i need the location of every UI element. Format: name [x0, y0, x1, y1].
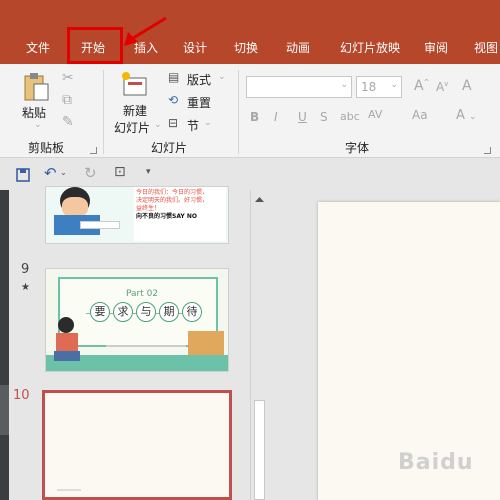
slide9-kids-illustration [54, 317, 80, 361]
undo-icon[interactable]: ↶ [44, 164, 57, 182]
new-slide-line2[interactable]: 幻灯片 [114, 119, 150, 136]
new-slide-icon[interactable] [120, 70, 150, 98]
slide8-illustration [50, 187, 120, 241]
slide-thumbnails-pane[interactable]: 今日的我们：今日的习惯， 决定明天的我们。好习惯， 益终生！ 向不良的习惯SAY… [9, 186, 250, 500]
left-strip [0, 190, 9, 500]
underline-button[interactable]: U [298, 110, 307, 124]
separator [238, 70, 239, 154]
tab-transitions[interactable]: 切换 [225, 32, 267, 64]
cut-icon[interactable]: ✂ [62, 70, 74, 86]
tab-view[interactable]: 视图 [466, 32, 500, 64]
char-spacing-button[interactable]: AV [368, 108, 382, 121]
section-icon: ⊟ [168, 116, 179, 130]
paste-button[interactable]: 粘贴 [22, 104, 46, 121]
tab-animations[interactable]: 动画 [278, 32, 318, 64]
tab-design[interactable]: 设计 [175, 32, 215, 64]
ribbon: 粘贴 ⌄ ✂ ⧉ ✎ 剪贴板 新建 幻灯片 ⌄ ▤ 版式 ⌄ ⟲ 重置 ⊟ 节 … [0, 64, 500, 158]
slide8-text-card: 今日的我们：今日的习惯， 决定明天的我们。好习惯， 益终生！ 向不良的习惯SAY… [134, 187, 226, 241]
font-size-input[interactable]: 18 ⌄ [356, 76, 402, 98]
format-painter-icon[interactable]: ✎ [62, 114, 74, 130]
paste-icon[interactable] [22, 72, 50, 102]
slide-thumbnail-8[interactable]: 今日的我们：今日的习惯， 决定明天的我们。好习惯， 益终生！ 向不良的习惯SAY… [45, 186, 229, 244]
slides-group-label: 幻灯片 [151, 141, 188, 155]
clipboard-launcher-icon[interactable] [90, 147, 97, 154]
redo-icon[interactable]: ↻ [84, 164, 97, 182]
section-button[interactable]: 节 [187, 117, 199, 134]
slide9-title-char: 与 [136, 302, 156, 322]
new-slide-dropdown-icon[interactable]: ⌄ [154, 120, 162, 130]
scroll-up-icon[interactable] [254, 194, 265, 205]
save-icon[interactable] [16, 168, 30, 182]
tab-slideshow[interactable]: 幻灯片放映 [330, 32, 410, 64]
slide-thumbnail-10[interactable] [42, 390, 232, 500]
powerpoint-window: 文件 开始 插入 设计 切换 动画 幻灯片放映 审阅 视图 粘贴 ⌄ ✂ ⧉ ✎… [0, 0, 500, 500]
undo-dropdown-icon[interactable]: ⌄ [60, 168, 67, 177]
grow-font-button[interactable]: A^ [414, 78, 429, 94]
tab-review[interactable]: 审阅 [416, 32, 456, 64]
slide9-title-char: 要 [90, 302, 110, 322]
italic-button[interactable]: I [274, 110, 278, 124]
section-dropdown-icon[interactable]: ⌄ [204, 118, 212, 128]
layout-button[interactable]: 版式 [187, 71, 211, 88]
slide9-title-char: 期 [159, 302, 179, 322]
separator [103, 70, 104, 154]
font-color-button[interactable]: A ⌄ [456, 108, 477, 123]
slide9-part-label: Part 02 [126, 289, 159, 299]
slide-number-10: 10 [13, 388, 30, 403]
reset-icon: ⟲ [168, 93, 179, 107]
start-slideshow-icon[interactable]: ⊡ [114, 164, 126, 180]
font-name-dropdown-icon[interactable]: ⌄ [340, 80, 348, 90]
slide-number-9: 9 [21, 262, 30, 277]
clear-format-button[interactable]: A [462, 78, 472, 94]
new-slide-line1[interactable]: 新建 [123, 102, 147, 119]
slide9-title-char: 求 [113, 302, 133, 322]
bold-button[interactable]: B [250, 110, 259, 124]
copy-icon[interactable]: ⧉ [62, 92, 72, 108]
font-group-label: 字体 [345, 141, 370, 155]
annotation-arrow-icon [124, 16, 167, 46]
slide9-title-char: 待 [182, 302, 202, 322]
font-launcher-icon[interactable] [484, 147, 491, 154]
font-size-dropdown-icon[interactable]: ⌄ [390, 80, 398, 90]
shrink-font-button[interactable]: Av [436, 80, 448, 94]
scrollbar-thumb[interactable] [254, 400, 265, 500]
animation-star-icon: ★ [21, 282, 30, 293]
thumbnails-scrollbar[interactable] [250, 190, 267, 500]
font-name-input[interactable]: ⌄ [246, 76, 352, 98]
shadow-button[interactable]: S [320, 110, 328, 124]
layout-icon: ▤ [168, 70, 180, 84]
layout-dropdown-icon[interactable]: ⌄ [218, 72, 226, 82]
reset-button[interactable]: 重置 [187, 94, 211, 111]
watermark: Baidu [398, 450, 474, 475]
slide-thumbnail-9[interactable]: Part 02 [45, 268, 229, 372]
slide9-desk [188, 331, 224, 355]
customize-qat-icon[interactable]: ▾ [146, 167, 151, 177]
change-case-button[interactable]: Aa [412, 108, 428, 122]
clipboard-group-label: 剪贴板 [28, 141, 65, 155]
paste-dropdown-icon[interactable]: ⌄ [34, 120, 42, 130]
tab-file[interactable]: 文件 [18, 32, 58, 64]
strikethrough-button[interactable]: abc [340, 110, 360, 123]
